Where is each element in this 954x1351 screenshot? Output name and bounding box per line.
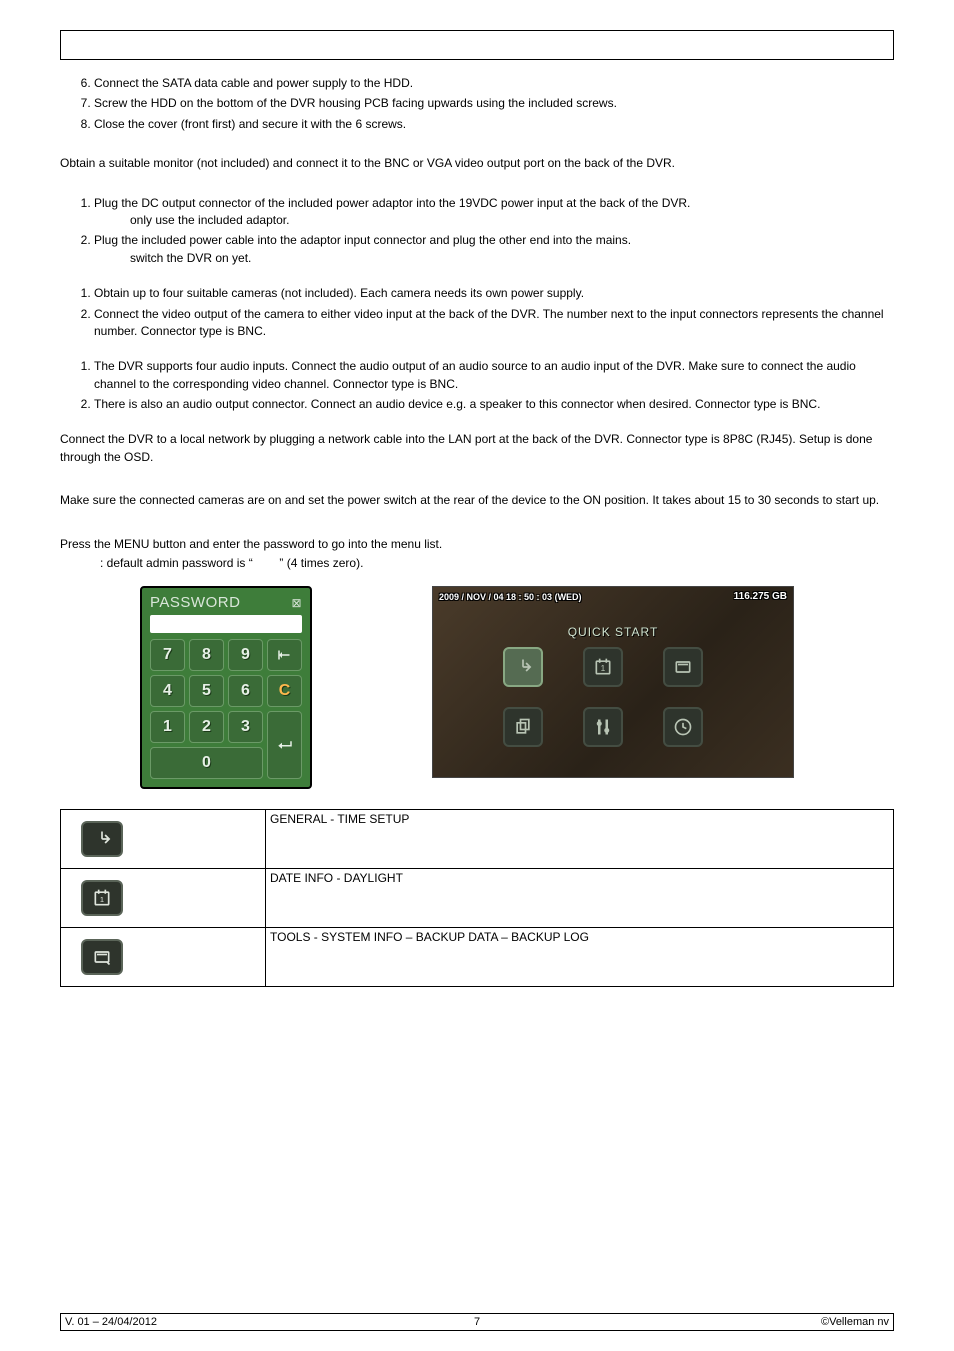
key-8[interactable]: 8 [189,639,224,671]
key-4[interactable]: 4 [150,675,185,707]
camera-steps-list: Obtain up to four suitable cameras (not … [60,285,894,340]
key-9[interactable]: 9 [228,639,263,671]
list-item: Obtain up to four suitable cameras (not … [94,285,894,302]
menu-intro: Press the MENU button and enter the pass… [60,536,894,553]
quick-start-menu-table: GENERAL - TIME SETUP 1 DATE INFO - DAYLI… [60,809,894,987]
page-footer: V. 01 – 24/04/2012 7 ©Velleman nv [60,1313,894,1331]
table-row: 1 DATE INFO - DAYLIGHT [61,869,894,928]
password-title: PASSWORD [150,594,240,611]
qs-tools-icon[interactable] [663,647,703,687]
footer-version: V. 01 – 24/04/2012 [65,1316,340,1328]
key-enter[interactable] [267,711,302,779]
table-row: GENERAL - TIME SETUP [61,810,894,869]
list-item: Connect the video output of the camera t… [94,306,894,341]
network-paragraph: Connect the DVR to a local network by pl… [60,431,894,466]
footer-page-number: 7 [340,1316,615,1328]
svg-text:1: 1 [601,664,606,674]
qs-copy-icon[interactable] [503,707,543,747]
close-icon[interactable]: ⊠ [291,596,302,610]
list-item: Plug the included power cable into the a… [94,232,894,267]
key-0[interactable]: 0 [150,747,263,779]
sub-note: switch the DVR on yet. [94,251,251,265]
key-5[interactable]: 5 [189,675,224,707]
footer-copyright: ©Velleman nv [614,1316,889,1328]
qs-clock-icon[interactable] [663,707,703,747]
list-item: The DVR supports four audio inputs. Conn… [94,358,894,393]
key-backspace[interactable] [267,639,302,671]
osd-datetime: 2009 / NOV / 04 18 : 50 : 03 (WED) [439,592,582,602]
list-item: Plug the DC output connector of the incl… [94,195,894,230]
power-on-paragraph: Make sure the connected cameras are on a… [60,492,894,509]
key-clear[interactable]: C [267,675,302,707]
list-item: Screw the HDD on the bottom of the DVR h… [94,95,894,112]
password-keypad: PASSWORD ⊠ 7 8 9 4 5 6 C 1 2 3 [140,586,312,789]
qs-date-icon[interactable]: 1 [583,647,623,687]
tools-icon [81,939,123,975]
qs-general-icon[interactable] [503,647,543,687]
calendar-icon: 1 [81,880,123,916]
key-1[interactable]: 1 [150,711,185,743]
list-item: Connect the SATA data cable and power su… [94,75,894,92]
key-2[interactable]: 2 [189,711,224,743]
menu-desc: TOOLS - SYSTEM INFO – BACKUP DATA – BACK… [266,928,894,987]
key-3[interactable]: 3 [228,711,263,743]
sub-note: only use the included adaptor. [94,213,289,227]
key-7[interactable]: 7 [150,639,185,671]
monitor-paragraph: Obtain a suitable monitor (not included)… [60,155,894,172]
power-steps-list: Plug the DC output connector of the incl… [60,195,894,268]
quick-start-title: QUICK START [433,625,793,639]
list-item: Close the cover (front first) and secure… [94,116,894,133]
header-box [60,30,894,60]
qs-settings-icon[interactable] [583,707,623,747]
general-icon [81,821,123,857]
audio-steps-list: The DVR supports four audio inputs. Conn… [60,358,894,413]
password-display [150,615,302,633]
table-row: TOOLS - SYSTEM INFO – BACKUP DATA – BACK… [61,928,894,987]
menu-desc: GENERAL - TIME SETUP [266,810,894,869]
list-item: There is also an audio output connector.… [94,396,894,413]
hdd-steps-list: Connect the SATA data cable and power su… [60,75,894,133]
key-6[interactable]: 6 [228,675,263,707]
menu-desc: DATE INFO - DAYLIGHT [266,869,894,928]
osd-storage-size: 116.275 GB [734,591,787,602]
svg-text:1: 1 [100,896,104,905]
quick-start-screenshot: 2009 / NOV / 04 18 : 50 : 03 (WED) 116.2… [432,586,794,778]
menu-note: : default admin password is “ ” (4 times… [60,555,894,572]
